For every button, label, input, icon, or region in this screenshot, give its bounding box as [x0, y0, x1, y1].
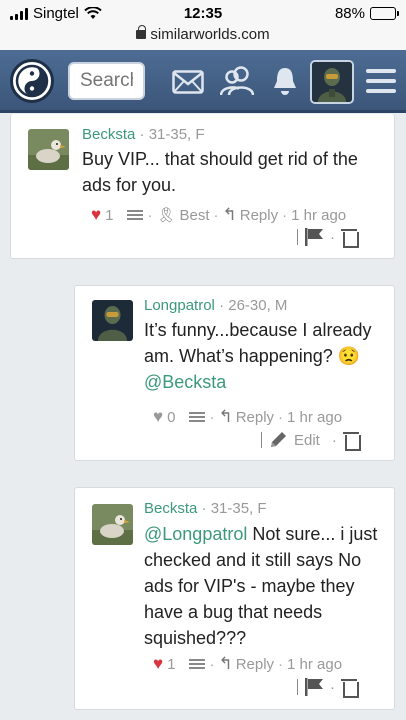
comment-actions: ♥ 1 · ↰ Reply · 1 hr ago	[153, 654, 343, 674]
comment-author-line: Longpatrol · 26-30, M	[144, 297, 287, 314]
timestamp: 1 hr ago	[287, 655, 343, 673]
best-button[interactable]: Best	[179, 207, 209, 224]
reply-arrow-icon[interactable]: ↰	[218, 654, 232, 674]
flag-icon[interactable]	[304, 228, 324, 246]
trash-icon[interactable]	[341, 228, 359, 248]
comment-actions: ♥ 1 · 🎗 Best · ↰ Reply · 1 hr ago	[91, 205, 347, 225]
comment-text: Buy VIP... that should get rid of the ad…	[82, 149, 358, 195]
like-count: 1	[105, 206, 114, 224]
battery-icon	[370, 7, 399, 20]
reply-button[interactable]: Reply	[236, 656, 274, 673]
reply-button[interactable]: Reply	[236, 409, 274, 426]
list-icon[interactable]	[189, 659, 206, 669]
site-header	[0, 50, 406, 113]
comment-card: Becksta · 31-35, F Buy VIP... that shoul…	[10, 114, 395, 259]
user-avatar[interactable]	[92, 300, 133, 341]
ribbon-icon[interactable]: 🎗	[156, 206, 175, 224]
comment-text: It’s funny...because I already am. What’…	[144, 317, 384, 395]
author-meta: · 26-30, M	[214, 297, 288, 314]
comment-author-line: Becksta · 31-35, F	[144, 500, 267, 517]
site-logo[interactable]	[10, 59, 54, 103]
mail-icon[interactable]	[172, 70, 204, 94]
comment-author-line: Becksta · 31-35, F	[82, 126, 205, 143]
friends-icon[interactable]	[220, 65, 254, 97]
comment-card: Longpatrol · 26-30, M It’s funny...becau…	[74, 285, 395, 461]
search-input[interactable]	[68, 62, 145, 100]
moderation-actions: ·	[297, 228, 359, 248]
heart-icon[interactable]: ♥	[153, 654, 163, 674]
duck-avatar-icon	[28, 129, 69, 170]
battery-percent: 88%	[334, 5, 365, 22]
username-link[interactable]: Becksta	[82, 126, 135, 143]
moderation-actions: ·	[297, 678, 359, 698]
user-avatar[interactable]	[28, 129, 69, 170]
heart-icon[interactable]: ♥	[91, 205, 101, 225]
edit-button[interactable]: Edit	[294, 432, 320, 449]
divider	[297, 229, 298, 245]
trash-icon[interactable]	[342, 431, 361, 451]
heart-icon[interactable]: ♥	[153, 407, 163, 427]
divider	[297, 679, 298, 695]
mention-link[interactable]: @Becksta	[144, 372, 226, 392]
worried-face-emoji: 😟	[337, 346, 361, 366]
divider	[261, 432, 262, 448]
moderation-actions: Edit ·	[261, 430, 361, 451]
author-meta: · 31-35, F	[135, 126, 205, 143]
list-icon[interactable]	[127, 210, 144, 220]
mention-link[interactable]: @Longpatrol	[144, 524, 247, 544]
hamburger-menu-icon[interactable]	[366, 69, 396, 99]
list-icon[interactable]	[189, 412, 206, 422]
armored-soldier-avatar-icon	[312, 62, 352, 102]
armored-soldier-avatar-icon	[92, 300, 133, 341]
reply-arrow-icon[interactable]: ↰	[223, 205, 237, 225]
timestamp: 1 hr ago	[291, 206, 347, 224]
timestamp: 1 hr ago	[287, 408, 343, 426]
reply-arrow-icon[interactable]: ↰	[218, 407, 232, 427]
trash-icon[interactable]	[341, 678, 359, 698]
yin-yang-icon	[15, 64, 49, 98]
notifications-bell-icon[interactable]	[272, 66, 298, 96]
comment-card: Becksta · 31-35, F @Longpatrol Not sure.…	[74, 487, 395, 710]
like-count: 1	[167, 655, 176, 673]
user-avatar[interactable]	[310, 60, 354, 104]
lock-icon	[136, 25, 147, 39]
flag-icon[interactable]	[304, 678, 324, 696]
comment-actions: ♥ 0 · ↰ Reply · 1 hr ago	[153, 407, 343, 427]
address-bar[interactable]: similarworlds.com	[0, 25, 406, 43]
author-meta: · 31-35, F	[197, 500, 267, 517]
username-link[interactable]: Becksta	[144, 500, 197, 517]
pencil-icon[interactable]	[268, 430, 288, 450]
comment-text: @Longpatrol Not sure... i just checked a…	[144, 521, 384, 651]
duck-avatar-icon	[92, 504, 133, 545]
like-count: 0	[167, 408, 176, 426]
ios-status-bar: Singtel 12:35 88% similarworlds.com	[0, 0, 406, 50]
user-avatar[interactable]	[92, 504, 133, 545]
url-text: similarworlds.com	[150, 26, 270, 43]
username-link[interactable]: Longpatrol	[144, 297, 215, 314]
reply-button[interactable]: Reply	[240, 207, 278, 224]
